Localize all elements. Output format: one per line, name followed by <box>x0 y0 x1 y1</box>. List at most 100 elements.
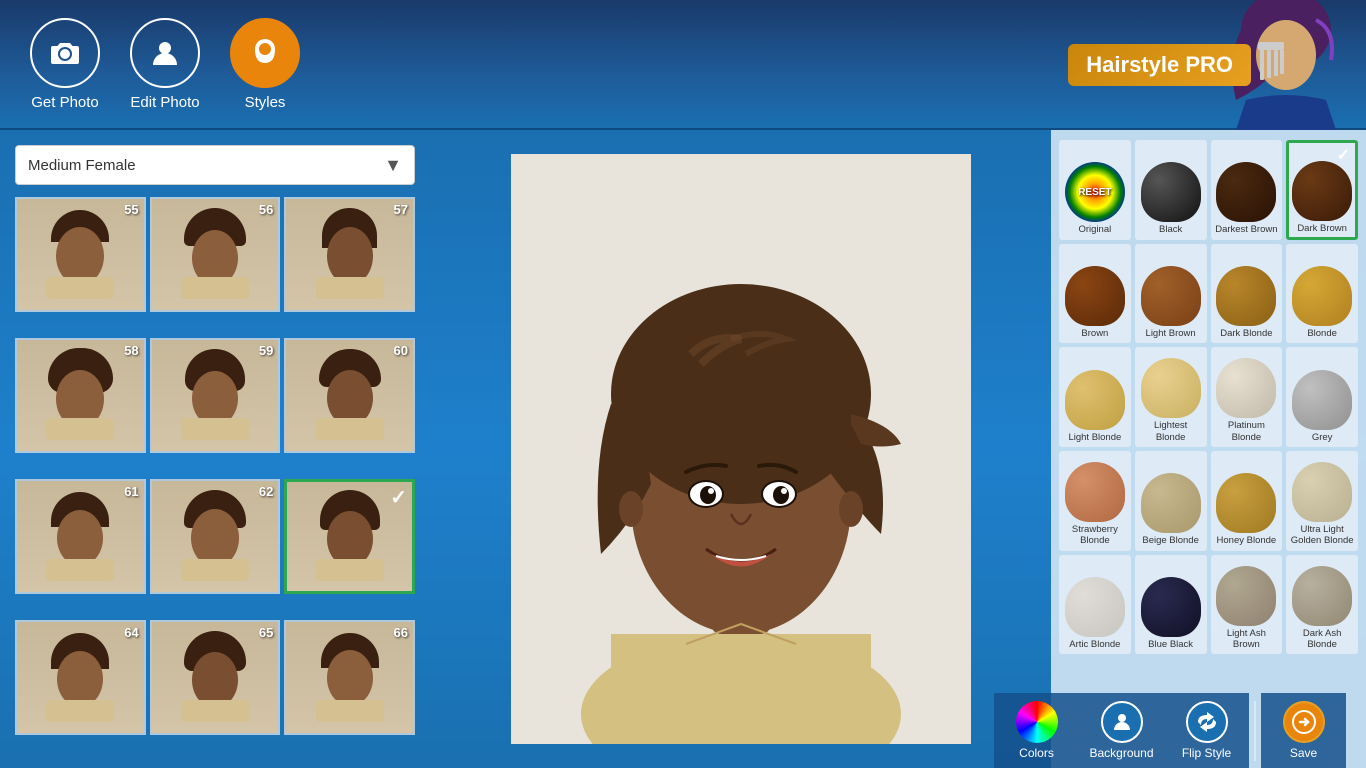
color-swatch-blue-black[interactable]: Blue Black <box>1135 555 1207 655</box>
style-item-60[interactable]: 60 <box>284 338 415 453</box>
style-category-dropdown[interactable]: Medium Female ▼ <box>15 145 415 185</box>
ultra-light-golden-swatch-image <box>1292 462 1352 522</box>
style-panel: Medium Female ▼ 55 56 <box>0 130 430 768</box>
swatch-label-ultra-light-golden: Ultra Light Golden Blonde <box>1290 524 1354 547</box>
colors-button[interactable]: Colors <box>994 693 1079 768</box>
background-button-label: Background <box>1089 746 1153 760</box>
shirt-shape <box>316 277 384 299</box>
strawberry-blonde-swatch-image <box>1065 462 1125 522</box>
face-sim-56 <box>164 205 265 305</box>
flip-style-button-label: Flip Style <box>1182 746 1231 760</box>
header: Get Photo Edit Photo Styles Hairstyle PR… <box>0 0 1366 130</box>
camera-icon-circle <box>30 18 100 88</box>
app-title: Hairstyle PRO <box>1068 44 1251 86</box>
honey-blonde-swatch-image <box>1216 473 1276 533</box>
style-item-63[interactable]: ✓ <box>284 479 415 594</box>
light-brown-swatch-image <box>1141 266 1201 326</box>
hair-icon-circle <box>230 18 300 88</box>
color-panel: RESET Original Black Darkest Brown ✓ Dar… <box>1051 130 1366 768</box>
style-number-57: 57 <box>394 202 408 217</box>
style-number-66: 66 <box>394 625 408 640</box>
chevron-down-icon: ▼ <box>384 155 402 176</box>
face-sim-63 <box>300 487 400 585</box>
color-swatch-dark-ash-blonde[interactable]: Dark Ash Blonde <box>1286 555 1358 655</box>
bottom-actions-group: Colors Background Flip Style <box>994 693 1346 768</box>
platinum-blonde-swatch-image <box>1216 358 1276 418</box>
face-shape <box>327 370 373 426</box>
face-shape <box>56 227 104 285</box>
save-icon <box>1283 701 1325 743</box>
nav-styles-label: Styles <box>245 94 286 111</box>
background-icon <box>1101 701 1143 743</box>
style-item-57[interactable]: 57 <box>284 197 415 312</box>
swatch-label-grey: Grey <box>1312 432 1333 443</box>
face-sim-57 <box>299 205 400 305</box>
shirt-shape <box>46 559 114 581</box>
style-number-65: 65 <box>259 625 273 640</box>
swatch-label-dark-blonde: Dark Blonde <box>1220 328 1272 339</box>
person-icon-circle <box>130 18 200 88</box>
swatch-label-beige-blonde: Beige Blonde <box>1142 535 1199 546</box>
color-swatch-honey-blonde[interactable]: Honey Blonde <box>1211 451 1283 551</box>
lightest-blonde-swatch-image <box>1141 358 1201 418</box>
save-arrow-icon <box>1291 709 1317 735</box>
save-button[interactable]: Save <box>1261 693 1346 768</box>
nav-get-photo-label: Get Photo <box>31 94 99 111</box>
person-bg-icon <box>1110 710 1134 734</box>
flip-icon <box>1186 701 1228 743</box>
style-number-61: 61 <box>124 484 138 499</box>
swatch-label-artic-blonde: Artic Blonde <box>1069 639 1120 650</box>
shirt-shape <box>316 418 384 440</box>
color-swatch-darkest-brown[interactable]: Darkest Brown <box>1211 140 1283 240</box>
swatch-label-original: Original <box>1079 224 1112 235</box>
face-shape <box>192 371 238 426</box>
color-swatch-artic-blonde[interactable]: Artic Blonde <box>1059 555 1131 655</box>
color-swatch-strawberry-blonde[interactable]: Strawberry Blonde <box>1059 451 1131 551</box>
style-number-64: 64 <box>124 625 138 640</box>
camera-icon <box>47 35 83 71</box>
color-swatch-blonde[interactable]: Blonde <box>1286 244 1358 344</box>
color-swatch-dark-blonde[interactable]: Dark Blonde <box>1211 244 1283 344</box>
style-item-59[interactable]: 59 <box>150 338 281 453</box>
nav-edit-photo-label: Edit Photo <box>130 94 199 111</box>
shirt-shape <box>46 418 114 440</box>
style-item-55[interactable]: 55 <box>15 197 146 312</box>
toolbar-divider <box>1254 701 1256 761</box>
color-swatch-grey[interactable]: Grey <box>1286 347 1358 447</box>
person-photo-svg <box>511 154 971 744</box>
color-swatch-platinum-blonde[interactable]: Platinum Blonde <box>1211 347 1283 447</box>
photo-frame <box>511 154 971 744</box>
color-swatch-original[interactable]: RESET Original <box>1059 140 1131 240</box>
color-swatch-lightest-blonde[interactable]: Lightest Blonde <box>1135 347 1207 447</box>
style-item-58[interactable]: 58 <box>15 338 146 453</box>
style-item-62[interactable]: 62 <box>150 479 281 594</box>
flip-style-button[interactable]: Flip Style <box>1164 693 1249 768</box>
color-swatch-light-ash-brown[interactable]: Light Ash Brown <box>1211 555 1283 655</box>
color-swatch-black[interactable]: Black <box>1135 140 1207 240</box>
selected-checkmark-63: ✓ <box>390 485 407 510</box>
style-number-59: 59 <box>259 343 273 358</box>
face-sim-61 <box>30 487 131 587</box>
blue-black-swatch-image <box>1141 577 1201 637</box>
background-button[interactable]: Background <box>1079 693 1164 768</box>
color-swatch-beige-blonde[interactable]: Beige Blonde <box>1135 451 1207 551</box>
face-sim-60 <box>299 346 400 446</box>
nav-styles[interactable]: Styles <box>230 18 300 111</box>
color-swatch-ultra-light-golden[interactable]: Ultra Light Golden Blonde <box>1286 451 1358 551</box>
nav-edit-photo[interactable]: Edit Photo <box>130 18 200 111</box>
nav-get-photo[interactable]: Get Photo <box>30 18 100 111</box>
style-item-61[interactable]: 61 <box>15 479 146 594</box>
style-item-56[interactable]: 56 <box>150 197 281 312</box>
swatch-label-honey-blonde: Honey Blonde <box>1217 535 1277 546</box>
shirt-shape <box>46 277 114 299</box>
dark-brown-swatch-image <box>1292 161 1352 221</box>
color-swatch-light-blonde[interactable]: Light Blonde <box>1059 347 1131 447</box>
flip-arrows-icon <box>1194 709 1220 735</box>
style-number-58: 58 <box>124 343 138 358</box>
color-swatch-brown[interactable]: Brown <box>1059 244 1131 344</box>
color-swatch-light-brown[interactable]: Light Brown <box>1135 244 1207 344</box>
selected-color-checkmark: ✓ <box>1337 145 1350 165</box>
swatch-label-blonde: Blonde <box>1307 328 1337 339</box>
shirt-shape <box>181 559 249 581</box>
color-swatch-dark-brown[interactable]: ✓ Dark Brown <box>1286 140 1358 240</box>
